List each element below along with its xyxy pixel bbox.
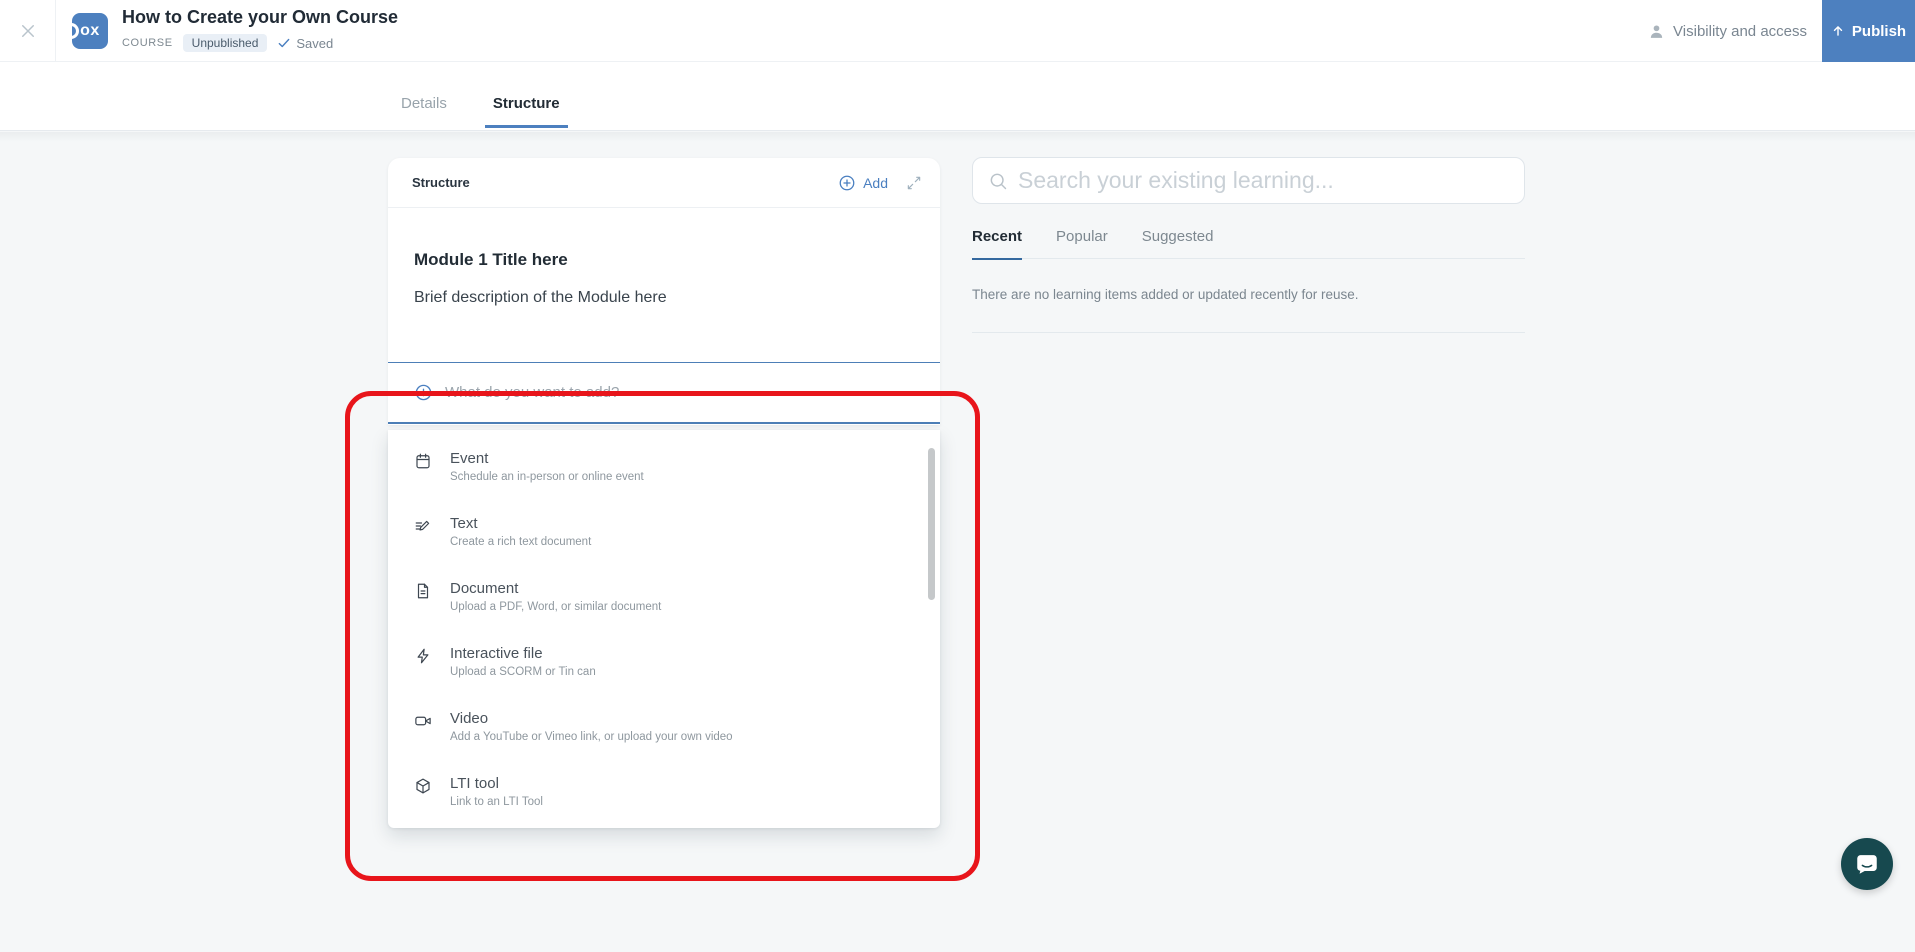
module-editor: Module 1 Title here Brief description of…: [388, 208, 940, 363]
close-icon: [19, 22, 37, 40]
text-edit-icon: [414, 517, 432, 535]
add-item-placeholder: What do you want to add?: [445, 384, 619, 401]
lightning-icon: [414, 647, 432, 665]
dropdown-item-lti-tool[interactable]: LTI tool Link to an LTI Tool: [388, 763, 940, 828]
dropdown-item-label: LTI tool: [450, 775, 900, 792]
upload-arrow-icon: [1831, 24, 1845, 38]
library-panel: Recent Popular Suggested There are no le…: [972, 157, 1525, 333]
page-title: How to Create your Own Course: [122, 7, 398, 28]
add-button[interactable]: Add: [838, 174, 888, 192]
dropdown-item-description: Schedule an in-person or online event: [450, 471, 900, 483]
dropdown-item-video[interactable]: Video Add a YouTube or Vimeo link, or up…: [388, 698, 940, 763]
saved-indicator: Saved: [277, 36, 333, 51]
course-type-label: COURSE: [122, 37, 173, 49]
calendar-icon: [414, 452, 432, 470]
dropdown-item-description: Upload a PDF, Word, or similar document: [450, 601, 900, 613]
publish-button[interactable]: Publish: [1822, 0, 1915, 62]
app-header: ox How to Create your Own Course COURSE …: [0, 0, 1915, 62]
structure-panel-header: Structure Add: [388, 158, 940, 208]
tab-details[interactable]: Details: [393, 95, 455, 130]
library-search-box: [972, 157, 1525, 204]
dropdown-item-description: Link to an LTI Tool: [450, 796, 900, 808]
search-icon: [988, 171, 1008, 191]
plus-circle-icon: [838, 174, 856, 192]
main-tabbar: Details Structure: [0, 62, 1915, 131]
tab-suggested[interactable]: Suggested: [1142, 228, 1214, 245]
logo-ring-shape: [72, 23, 79, 39]
dropdown-item-label: Document: [450, 580, 900, 597]
dropdown-item-description: Create a rich text document: [450, 536, 900, 548]
course-title-block: How to Create your Own Course COURSE Unp…: [122, 7, 398, 52]
structure-panel: Structure Add Module 1 Title here Brief …: [388, 158, 940, 425]
library-tabs: Recent Popular Suggested: [972, 228, 1525, 259]
cube-icon: [414, 777, 432, 795]
dropdown-item-description: Upload a SCORM or Tin can: [450, 666, 900, 678]
dropdown-item-label: Video: [450, 710, 900, 727]
dropdown-item-text[interactable]: Text Create a rich text document: [388, 503, 940, 568]
dropdown-item-description: Add a YouTube or Vimeo link, or upload y…: [450, 731, 900, 743]
tab-popular[interactable]: Popular: [1056, 228, 1108, 245]
search-input[interactable]: [1018, 167, 1509, 194]
saved-label: Saved: [296, 36, 333, 51]
dropdown-item-label: Interactive file: [450, 645, 900, 662]
expand-icon[interactable]: [906, 175, 922, 191]
dropdown-item-label: Event: [450, 450, 900, 467]
check-icon: [277, 36, 291, 50]
tab-structure[interactable]: Structure: [485, 95, 568, 130]
video-camera-icon: [414, 712, 432, 730]
dropdown-scrollbar[interactable]: [928, 448, 935, 600]
logo-text: ox: [80, 22, 100, 40]
module-title-input[interactable]: Module 1 Title here: [414, 250, 914, 270]
library-divider: [972, 332, 1525, 333]
document-icon: [414, 582, 432, 600]
chat-bubble-icon: [1854, 851, 1880, 877]
close-button[interactable]: [0, 0, 56, 62]
status-badge: Unpublished: [183, 34, 268, 52]
dropdown-item-label: Text: [450, 515, 900, 532]
add-item-dropdown: Event Schedule an in-person or online ev…: [388, 430, 940, 828]
tab-recent[interactable]: Recent: [972, 228, 1022, 245]
plus-circle-icon: [414, 383, 433, 402]
app-logo: ox: [72, 13, 108, 49]
visibility-label: Visibility and access: [1673, 23, 1807, 40]
dropdown-item-interactive-file[interactable]: Interactive file Upload a SCORM or Tin c…: [388, 633, 940, 698]
dropdown-item-document[interactable]: Document Upload a PDF, Word, or similar …: [388, 568, 940, 633]
dropdown-item-event[interactable]: Event Schedule an in-person or online ev…: [388, 438, 940, 503]
visibility-and-access-button[interactable]: Visibility and access: [1648, 0, 1807, 62]
publish-label: Publish: [1852, 23, 1906, 40]
add-item-input[interactable]: What do you want to add?: [388, 363, 940, 424]
add-button-label: Add: [863, 175, 888, 191]
person-icon: [1648, 23, 1665, 40]
module-description-input[interactable]: Brief description of the Module here: [414, 289, 914, 307]
structure-panel-title: Structure: [412, 175, 838, 190]
library-empty-message: There are no learning items added or upd…: [972, 287, 1525, 302]
chat-launcher-button[interactable]: [1841, 838, 1893, 890]
